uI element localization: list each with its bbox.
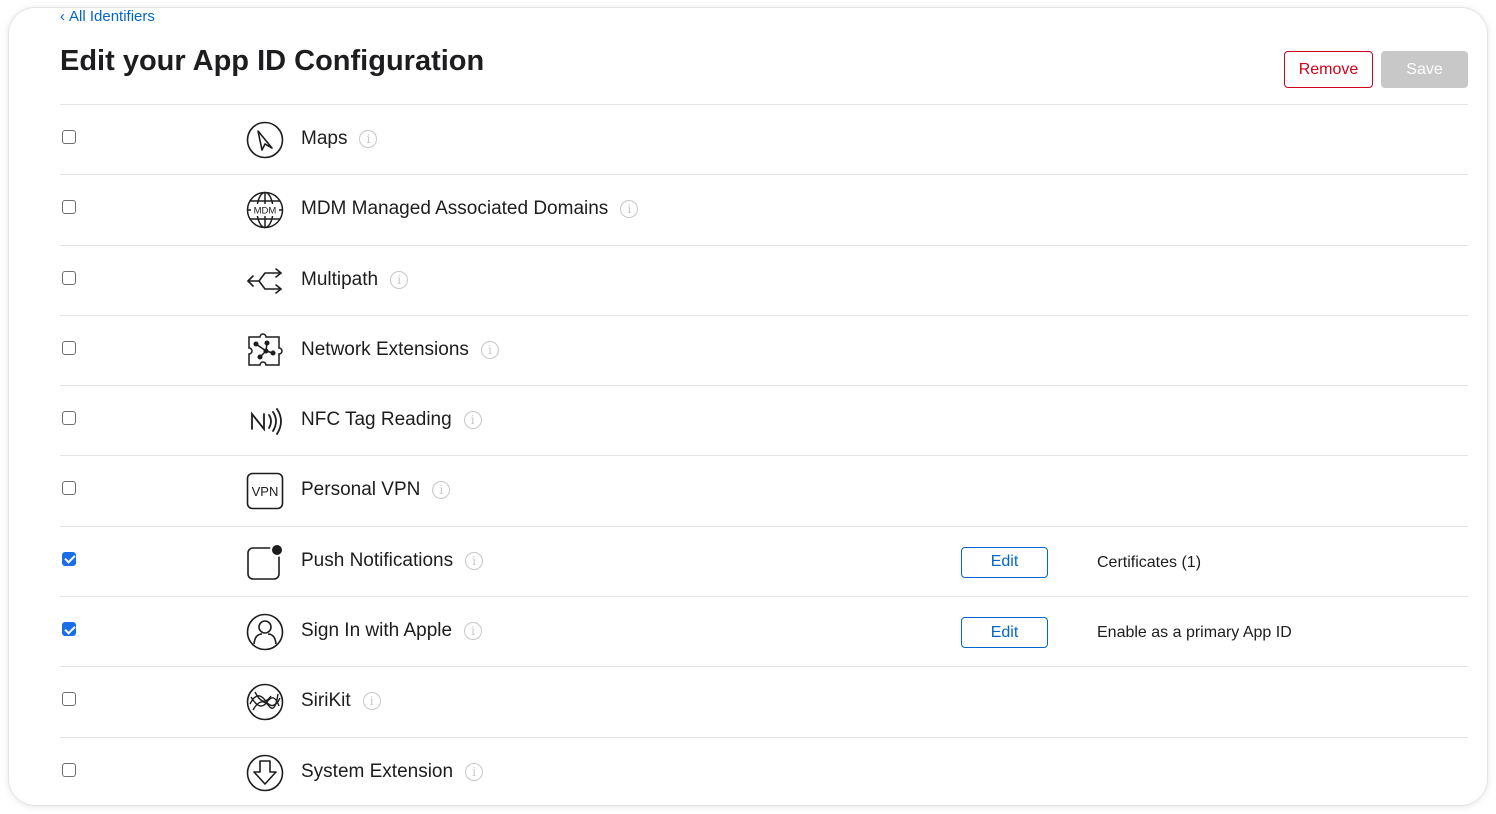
system-extension-icon	[245, 753, 285, 793]
capability-label: Sign In with Apple	[301, 620, 453, 642]
person-circle-icon	[245, 612, 285, 652]
notification-badge-icon	[245, 542, 285, 582]
sign-in-with-apple-note: Enable as a primary App ID	[1097, 624, 1292, 642]
capability-row-system-extension: System Extension i	[60, 736, 1468, 805]
sirikit-checkbox[interactable]	[62, 692, 76, 707]
mdm-globe-icon: MDM	[245, 190, 285, 230]
info-icon[interactable]: i	[362, 692, 381, 711]
sign-in-with-apple-edit-button[interactable]: Edit	[961, 617, 1048, 649]
capability-row-maps: Maps i	[60, 104, 1468, 174]
network-puzzle-icon	[245, 331, 285, 371]
multipath-arrows-icon	[245, 261, 285, 301]
info-icon[interactable]: i	[432, 481, 451, 500]
maps-icon	[245, 120, 285, 160]
info-icon[interactable]: i	[359, 130, 378, 148]
capability-row-multipath: Multipath i	[60, 244, 1468, 315]
back-link-label: All Identifiers	[69, 8, 155, 25]
nfc-icon	[245, 401, 285, 441]
capability-row-push-notifications: Push Notifications i Edit Certificates (…	[60, 525, 1468, 596]
maps-checkbox[interactable]	[62, 130, 76, 144]
mdm-checkbox[interactable]	[62, 200, 76, 215]
capability-row-mdm-managed-associated-domains: MDM MDM Managed Associated Domains i	[60, 174, 1468, 244]
info-icon[interactable]: i	[390, 270, 409, 289]
capability-label: Network Extensions	[301, 338, 469, 360]
info-icon[interactable]: i	[465, 762, 484, 781]
capability-label: System Extension	[301, 760, 454, 782]
network-extensions-checkbox[interactable]	[62, 340, 76, 355]
info-icon[interactable]: i	[480, 340, 499, 359]
push-notifications-edit-button[interactable]: Edit	[961, 546, 1048, 578]
siri-icon	[245, 682, 285, 722]
capability-label: Push Notifications	[301, 549, 454, 571]
capability-row-network-extensions: Network Extensions i	[60, 314, 1468, 385]
system-extension-checkbox[interactable]	[62, 762, 76, 777]
chevron-left-icon: ‹	[60, 8, 65, 25]
svg-text:MDM: MDM	[254, 206, 277, 217]
nfc-checkbox[interactable]	[62, 411, 76, 426]
sign-in-with-apple-checkbox[interactable]	[62, 622, 76, 637]
info-icon[interactable]: i	[464, 622, 483, 641]
app-window: ‹ All Identifiers Edit your App ID Confi…	[9, 8, 1487, 805]
capability-label: Personal VPN	[301, 479, 421, 501]
push-notifications-note: Certificates (1)	[1097, 553, 1202, 571]
info-icon[interactable]: i	[465, 551, 484, 570]
page-title: Edit your App ID Configuration	[60, 45, 485, 77]
vpn-icon: VPN	[245, 471, 285, 511]
capability-row-sign-in-with-apple: Sign In with Apple i Edit Enable as a pr…	[60, 596, 1468, 666]
info-icon[interactable]: i	[463, 411, 482, 430]
remove-button[interactable]: Remove	[1284, 51, 1373, 88]
capability-row-sirikit: SiriKit i	[60, 666, 1468, 736]
back-link-all-identifiers[interactable]: ‹ All Identifiers	[60, 8, 155, 25]
capability-row-personal-vpn: VPN Personal VPN i	[60, 455, 1468, 525]
capability-label: Multipath	[301, 268, 379, 290]
capability-row-nfc-tag-reading: NFC Tag Reading i	[60, 385, 1468, 455]
push-notifications-checkbox[interactable]	[62, 551, 76, 566]
capability-label: NFC Tag Reading	[301, 409, 452, 431]
capability-label: MDM Managed Associated Domains	[301, 198, 609, 220]
personal-vpn-checkbox[interactable]	[62, 481, 76, 496]
capability-label: Maps	[301, 128, 348, 149]
capabilities-table: Maps i MDM MDM Managed Associated Domain…	[60, 104, 1468, 805]
capability-label: SiriKit	[301, 690, 351, 712]
info-icon[interactable]: i	[620, 200, 639, 219]
svg-text:VPN: VPN	[252, 484, 279, 499]
multipath-checkbox[interactable]	[62, 270, 76, 285]
save-button[interactable]: Save	[1381, 51, 1468, 88]
